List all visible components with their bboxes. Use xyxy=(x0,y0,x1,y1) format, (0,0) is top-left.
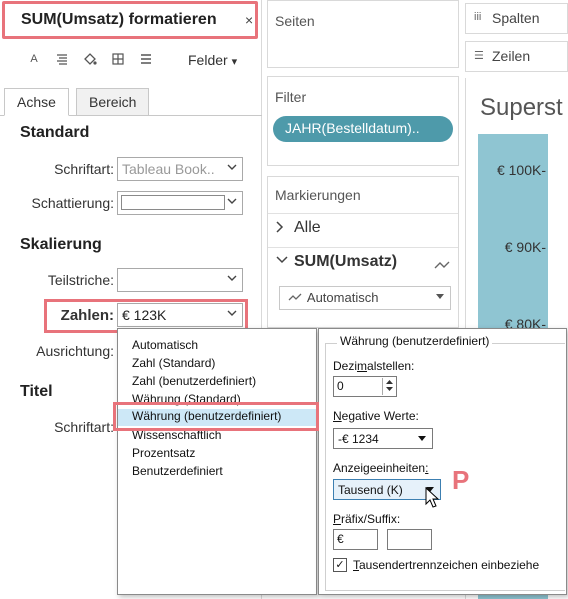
chevron-down-icon: ▾ xyxy=(231,56,238,68)
columns-shelf[interactable]: iii Spalten xyxy=(465,3,568,34)
line-chart-icon xyxy=(434,257,450,275)
ticks-label: Teilstriche: xyxy=(47,272,114,288)
pages-shelf[interactable]: Seiten xyxy=(267,0,459,68)
negative-values-label: Negative Werte: xyxy=(333,409,419,423)
suffix-input[interactable] xyxy=(387,529,432,550)
thousands-separator-checkbox[interactable]: ✓ xyxy=(333,558,347,572)
chevron-down-icon xyxy=(227,161,237,173)
decimals-label: Dezimalstellen: xyxy=(333,359,415,373)
numbers-label: Zahlen: xyxy=(60,307,114,324)
number-format-option[interactable]: Zahl (benutzerdefiniert) xyxy=(118,374,316,391)
lines-icon[interactable] xyxy=(138,53,154,68)
chevron-down-icon xyxy=(227,307,237,319)
currency-group-title: Währung (benutzerdefiniert) xyxy=(337,334,493,348)
number-format-option[interactable]: Automatisch xyxy=(118,338,316,355)
line-chart-icon xyxy=(288,290,304,305)
decimals-stepper[interactable]: 0 xyxy=(333,376,397,397)
section-standard-heading: Standard xyxy=(20,124,90,141)
prefix-suffix-label: Präfix/Suffix: xyxy=(333,512,401,526)
tab-bereich[interactable]: Bereich xyxy=(76,88,150,116)
chevron-down-icon xyxy=(227,195,237,207)
number-format-option[interactable]: Prozentsatz xyxy=(118,446,316,463)
mark-type-value: Automatisch xyxy=(306,290,379,305)
axis-tick-90k: € 90K- xyxy=(504,239,546,255)
thousands-separator-label: Tausendertrennzeichen einbeziehe xyxy=(353,558,540,572)
borders-icon[interactable] xyxy=(110,53,126,68)
filter-title: Filter xyxy=(275,89,307,105)
rows-shelf[interactable]: ☰ Zeilen xyxy=(465,41,568,72)
format-pane-title: SUM(Umsatz) formatieren xyxy=(21,11,217,28)
felder-label: Felder xyxy=(188,52,228,68)
tab-achse[interactable]: Achse xyxy=(4,88,69,116)
shading-label: Schattierung: xyxy=(31,195,115,211)
annotation-letter: P xyxy=(452,465,470,495)
shading-icon[interactable] xyxy=(82,53,98,69)
axis-tick-100k: € 100K- xyxy=(496,162,546,178)
format-pane-header: SUM(Umsatz) formatieren × xyxy=(2,1,258,39)
color-swatch xyxy=(121,195,225,210)
ticks-dropdown[interactable] xyxy=(117,268,243,292)
close-icon[interactable]: × xyxy=(245,12,253,28)
pages-title: Seiten xyxy=(275,13,315,29)
rows-label: Zeilen xyxy=(492,48,531,64)
format-tabs: Achse Bereich xyxy=(0,88,262,116)
number-format-option[interactable]: Benutzerdefiniert xyxy=(118,464,316,481)
currency-format-panel: Währung (benutzerdefiniert) Dezimalstell… xyxy=(318,328,567,595)
font-icon[interactable]: A xyxy=(26,53,42,65)
font-label: Schriftart: xyxy=(54,161,114,177)
font-value: Tableau Book.. xyxy=(122,161,215,177)
chevron-down-icon xyxy=(227,272,237,284)
numbers-dropdown[interactable]: € 123K xyxy=(117,303,243,327)
shading-dropdown[interactable] xyxy=(117,191,243,215)
columns-icon: iii xyxy=(474,11,482,23)
chevron-down-icon xyxy=(418,434,426,443)
marks-all-label: Alle xyxy=(294,219,321,236)
marks-sum-label: SUM(Umsatz) xyxy=(294,253,398,270)
section-skalierung-heading: Skalierung xyxy=(20,236,102,253)
mark-type-dropdown[interactable]: Automatisch xyxy=(279,286,451,310)
numbers-value: € 123K xyxy=(122,307,167,323)
format-toolbar: A Felder ▾ xyxy=(0,44,262,78)
decimals-value: 0 xyxy=(337,379,344,393)
align-icon[interactable] xyxy=(54,53,70,68)
rows-icon: ☰ xyxy=(474,50,484,62)
columns-label: Spalten xyxy=(492,10,540,26)
prefix-input[interactable]: € xyxy=(333,529,378,550)
chevron-down-icon xyxy=(276,255,288,267)
marks-title: Markierungen xyxy=(275,187,361,203)
number-format-option[interactable]: Zahl (Standard) xyxy=(118,356,316,373)
alignment-label: Ausrichtung: xyxy=(36,343,114,359)
number-format-list: Automatisch Zahl (Standard) Zahl (benutz… xyxy=(117,328,317,595)
section-titel-heading: Titel xyxy=(20,383,53,400)
negative-values-select[interactable]: -€ 1234 xyxy=(333,428,433,449)
viz-title: Superst xyxy=(480,94,563,121)
selected-option-highlight xyxy=(113,402,319,431)
chevron-down-icon xyxy=(436,291,444,302)
display-units-value: Tausend (K) xyxy=(338,483,403,497)
filter-pill[interactable]: JAHR(Bestelldatum).. xyxy=(273,116,453,142)
marks-all-row[interactable]: Alle xyxy=(268,213,458,243)
negative-values-value: -€ 1234 xyxy=(338,432,379,446)
font-dropdown[interactable]: Tableau Book.. xyxy=(117,157,243,181)
marks-sum-row[interactable]: SUM(Umsatz) xyxy=(268,247,458,277)
stepper-arrows-icon[interactable] xyxy=(382,378,395,395)
felder-dropdown[interactable]: Felder ▾ xyxy=(188,52,237,68)
display-units-label: Anzeigeeinheiten: xyxy=(333,461,429,475)
chevron-right-icon xyxy=(276,221,284,236)
mouse-cursor-icon xyxy=(425,486,440,509)
title-font-label: Schriftart: xyxy=(54,419,114,435)
